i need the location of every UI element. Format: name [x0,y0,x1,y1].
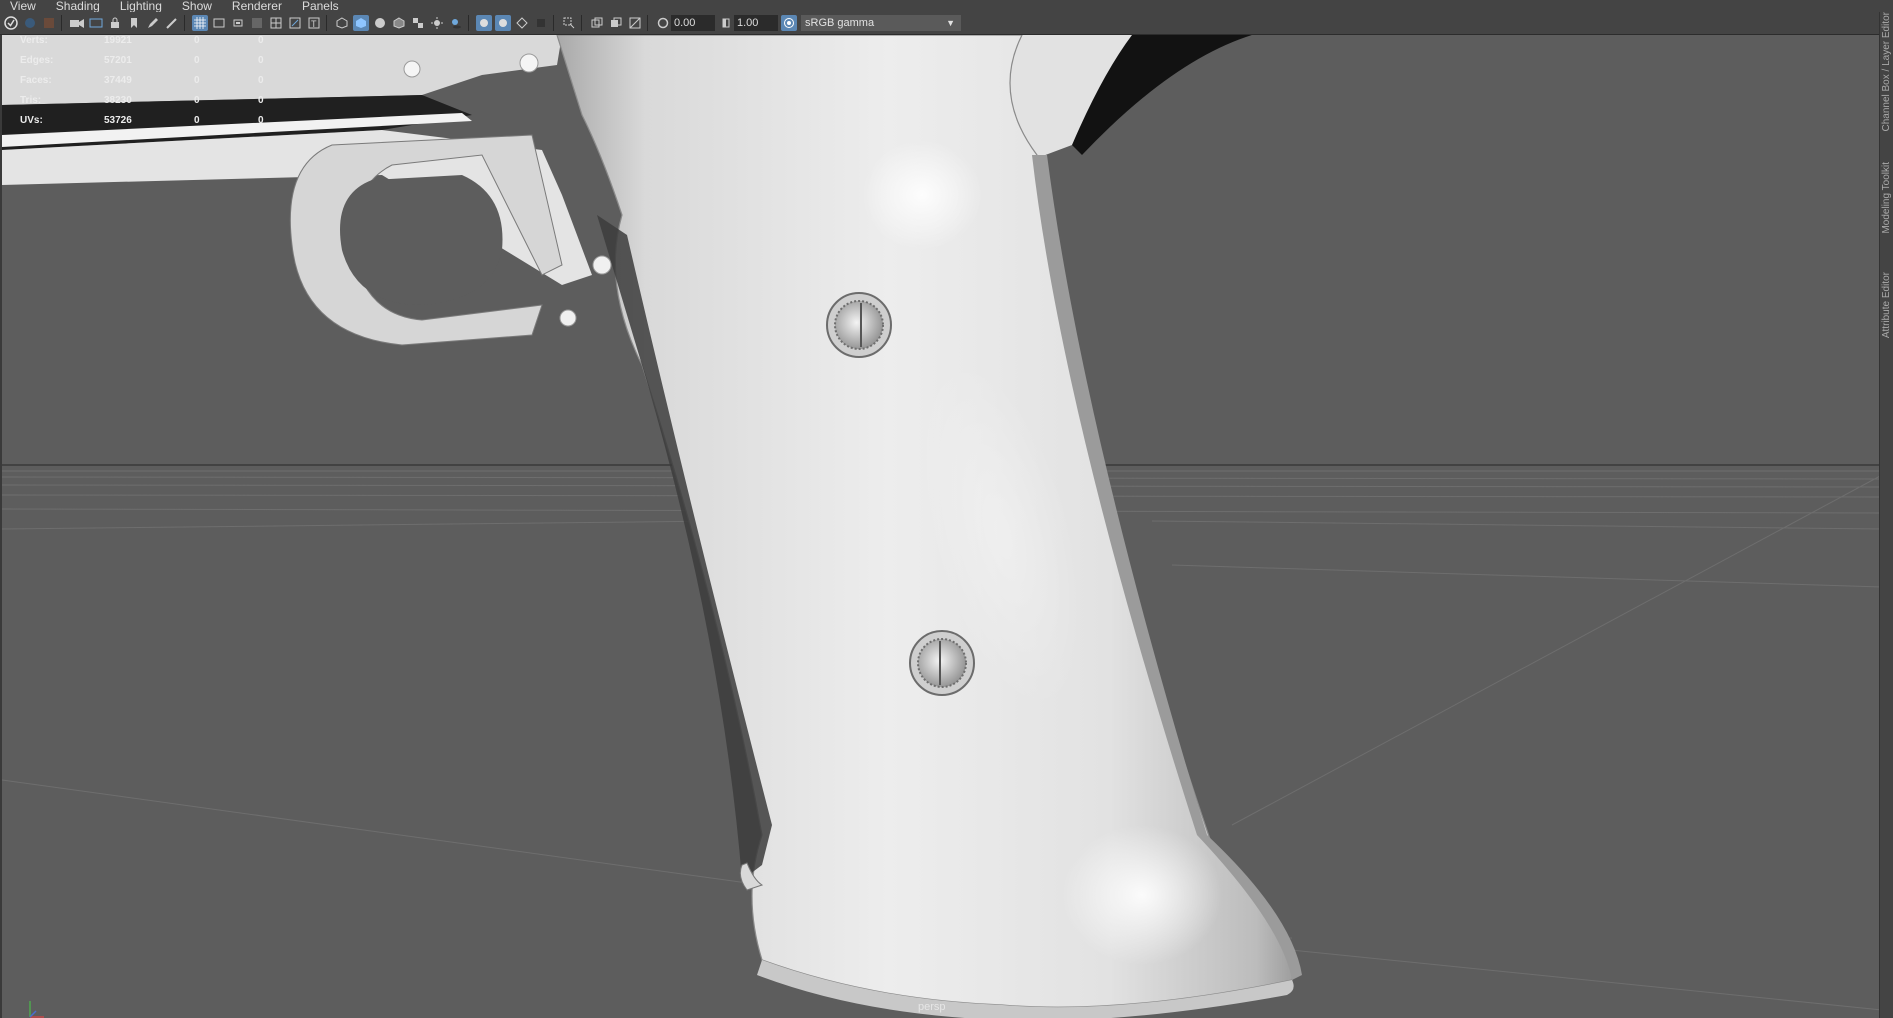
3d-viewport[interactable]: Verts: 19921 0 0 Edges: 57201 0 0 Faces:… [0,35,1882,1018]
view-transform-dropdown[interactable]: sRGB gamma ▼ [801,15,961,31]
hud-value: 38230 [104,95,132,106]
viewport-toolbar: T sRGB gamma ▼ [0,12,1893,35]
exposure-icon[interactable] [655,15,671,31]
svg-text:T: T [311,19,317,29]
hud-components: 0 [258,55,264,66]
gate-mask-icon[interactable] [249,15,265,31]
hud-value: 37449 [104,75,132,86]
viewport-menubar: View Shading Lighting Show Renderer Pane… [0,0,1893,12]
menu-renderer[interactable]: Renderer [222,0,292,12]
toolbar-separator [184,15,185,31]
hud-selected: 0 [194,95,200,106]
camera-name-label: persp [918,1001,946,1013]
lights-icon[interactable] [429,15,445,31]
hud-value: 57201 [104,55,132,66]
hud-selected: 0 [194,35,200,46]
depth-of-field-icon[interactable] [533,15,549,31]
camera-icon[interactable] [69,15,85,31]
safe-title-icon[interactable]: T [306,15,322,31]
view-transform-value: sRGB gamma [805,17,875,29]
toolbar-separator [647,15,648,31]
wireframe-icon[interactable] [334,15,350,31]
anti-aliasing-icon[interactable] [514,15,530,31]
axis-gizmo-icon [29,1001,44,1018]
motion-blur-icon[interactable] [495,15,511,31]
smooth-shade-icon[interactable] [353,15,369,31]
wireframe-on-shaded-icon[interactable] [391,15,407,31]
menu-shading[interactable]: Shading [46,0,110,12]
menu-show[interactable]: Show [172,0,222,12]
chevron-down-icon: ▼ [946,18,955,28]
film-gate-icon[interactable] [211,15,227,31]
viewport-scene [2,35,1882,1018]
bookmark-icon[interactable] [41,15,57,31]
pencil-icon[interactable] [164,15,180,31]
side-panel-tabs: Channel Box / Layer Editor Modeling Tool… [1879,12,1893,1018]
toolbar-separator [326,15,327,31]
toolbar-separator [553,15,554,31]
hud-value: 19921 [104,35,132,46]
tab-channel-box-layer-editor[interactable]: Channel Box / Layer Editor [1881,12,1892,132]
hud-components: 0 [258,115,264,126]
gun-slide [2,35,562,105]
xray-active-components-icon[interactable] [627,15,643,31]
hud-label: Faces: [20,75,52,86]
hud-components: 0 [258,95,264,106]
gamma-icon[interactable] [718,15,734,31]
toolbar-separator [61,15,62,31]
bookmark-flag-icon[interactable] [126,15,142,31]
hud-label: UVs: [20,115,43,126]
hud-label: Tris: [20,95,42,106]
camera-attributes-icon[interactable] [22,15,38,31]
hud-value: 53726 [104,115,132,126]
hud-label: Edges: [20,55,54,66]
toolbar-separator [468,15,469,31]
gamma-field[interactable] [734,15,778,31]
grip-screw-bottom [909,630,975,696]
default-material-icon[interactable] [372,15,388,31]
grid-icon[interactable] [192,15,208,31]
textured-icon[interactable] [410,15,426,31]
menu-lighting[interactable]: Lighting [110,0,172,12]
hud-selected: 0 [194,55,200,66]
resolution-gate-icon[interactable] [230,15,246,31]
field-chart-icon[interactable] [268,15,284,31]
hud-selected: 0 [194,75,200,86]
grip-screw-top [826,292,892,358]
color-management-icon[interactable] [781,15,797,31]
xray-joints-icon[interactable] [608,15,624,31]
hud-components: 0 [258,75,264,86]
toolbar-separator [581,15,582,31]
menu-view[interactable]: View [0,0,46,12]
menu-panels[interactable]: Panels [292,0,349,12]
image-plane-icon[interactable] [88,15,104,31]
exposure-field[interactable] [671,15,715,31]
hud-components: 0 [258,35,264,46]
grease-pencil-icon[interactable] [145,15,161,31]
hud-label: Verts: [20,35,48,46]
lock-camera-icon[interactable] [107,15,123,31]
hud-selected: 0 [194,115,200,126]
shadows-icon[interactable] [448,15,464,31]
tab-attribute-editor[interactable]: Attribute Editor [1881,272,1892,338]
tab-modeling-toolkit[interactable]: Modeling Toolkit [1881,162,1892,234]
select-camera-icon[interactable] [3,15,19,31]
safe-action-icon[interactable] [287,15,303,31]
xray-icon[interactable] [589,15,605,31]
isolate-select-icon[interactable] [561,15,577,31]
screen-space-ao-icon[interactable] [476,15,492,31]
